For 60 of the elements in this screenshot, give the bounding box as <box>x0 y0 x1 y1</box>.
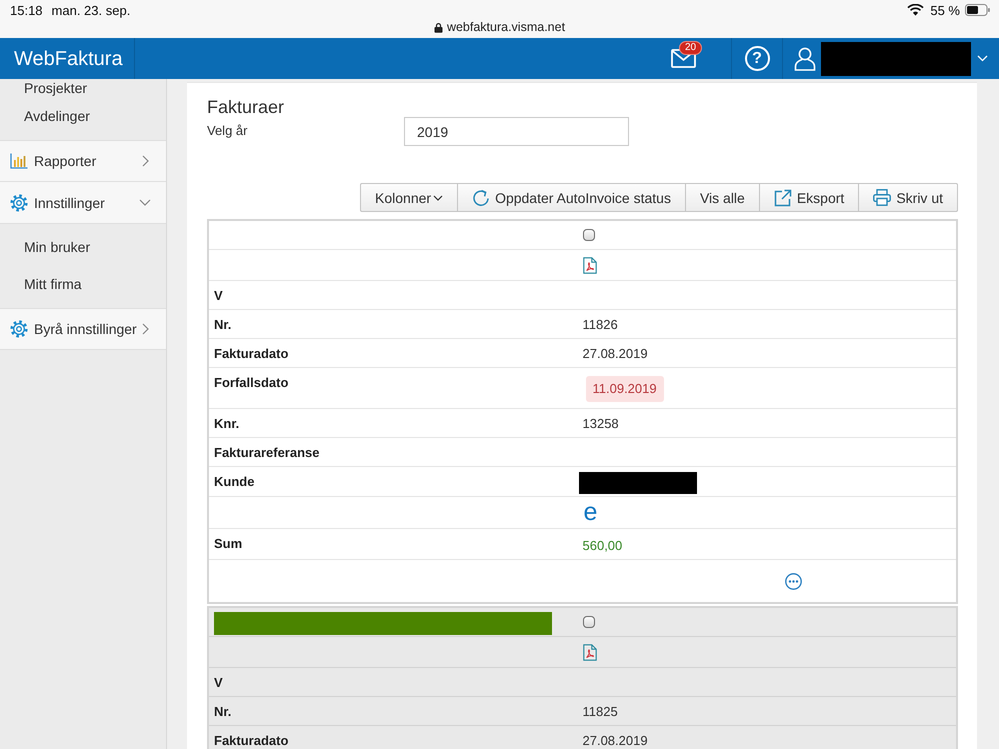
messages-button[interactable]: 20 <box>658 38 708 79</box>
url-text: webfaktura.visma.net <box>446 20 566 34</box>
show-all-button[interactable]: Vis alle <box>686 183 760 212</box>
gear-icon <box>10 194 28 212</box>
sidebar-section[interactable]: Innstillinger <box>0 182 166 224</box>
envelope-icon <box>670 49 696 68</box>
sidebar-item[interactable]: Avdelinger <box>0 98 166 135</box>
update-status-button[interactable]: Oppdater AutoInvoice status <box>458 183 686 212</box>
gear-icon <box>10 320 28 338</box>
field-label: Nr. <box>214 317 232 332</box>
sidebar-item[interactable]: Mitt firma <box>0 266 166 303</box>
unread-count-badge: 20 <box>679 41 702 55</box>
printer-icon <box>873 189 892 206</box>
pdf-file-icon[interactable] <box>582 644 596 661</box>
refresh-icon <box>472 188 490 206</box>
field-value: 11826 <box>582 317 618 332</box>
bar-chart-icon <box>10 153 28 169</box>
battery-percent: 55 % <box>930 2 960 18</box>
user-icon <box>794 46 816 71</box>
field-value: 27.08.2019 <box>582 733 648 748</box>
battery-icon <box>965 4 990 16</box>
field-label: Knr. <box>214 416 240 431</box>
field-label: Fakturadato <box>214 346 288 361</box>
select-checkbox[interactable] <box>582 616 594 628</box>
field-label: Forfallsdato <box>214 375 288 390</box>
wifi-icon <box>907 4 924 16</box>
field-label: V <box>214 288 223 303</box>
app-title: WebFaktura <box>14 46 123 70</box>
sidebar-item[interactable]: Prosjekter <box>0 79 166 98</box>
field-label: Fakturadato <box>214 733 288 748</box>
year-field[interactable]: 2019 <box>404 117 629 146</box>
sidebar-section[interactable]: Rapporter <box>0 140 166 182</box>
field-value: 13258 <box>582 416 619 431</box>
pdf-file-icon[interactable] <box>582 257 596 274</box>
field-value: 27.08.2019 <box>582 346 648 361</box>
field-label: Sum <box>214 536 242 551</box>
caret-icon <box>433 194 444 200</box>
field-label: Nr. <box>214 704 232 719</box>
select-checkbox[interactable] <box>582 229 594 241</box>
sidebar-section[interactable]: Byrå innstillinger <box>0 308 166 350</box>
field-label: V <box>214 675 223 690</box>
lock-icon <box>434 22 443 32</box>
sum-value: 560,00 <box>582 538 622 553</box>
field-label: Kunde <box>214 474 254 489</box>
export-button[interactable]: Eksport <box>760 183 860 212</box>
clock-time: 15:18 <box>10 2 43 18</box>
caret-icon <box>977 55 988 62</box>
sidebar-item[interactable]: Min bruker <box>0 229 166 266</box>
more-options-icon[interactable] <box>784 573 802 590</box>
help-button[interactable]: ? <box>744 46 770 71</box>
page-title: Fakturaer <box>207 96 286 118</box>
field-label: Fakturareferanse <box>214 445 320 460</box>
print-button[interactable]: Skriv ut <box>859 183 958 212</box>
field-value: 11825 <box>582 704 618 719</box>
overdue-date-badge: 11.09.2019 <box>586 376 664 402</box>
external-link-icon <box>774 188 792 206</box>
year-label: Velg år <box>207 122 248 139</box>
columns-button[interactable]: Kolonner <box>360 183 458 212</box>
date-text: man. 23. sep. <box>52 2 130 18</box>
e-invoice-symbol: e <box>584 498 598 526</box>
